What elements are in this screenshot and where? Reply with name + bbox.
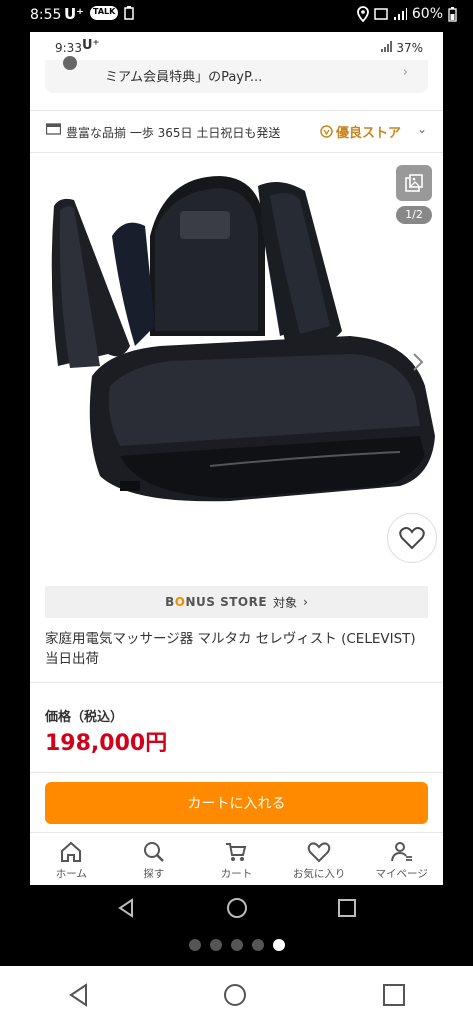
image-counter: 1/2 bbox=[396, 206, 432, 224]
shipping-info-bar[interactable]: 豊富な品揃 一歩 365日 土日祝日も発送 優良ストア ⌄ bbox=[30, 111, 443, 151]
tab-home[interactable]: ホーム bbox=[30, 833, 113, 885]
gallery-button[interactable] bbox=[396, 165, 432, 201]
talk-icon: TALK bbox=[90, 6, 119, 20]
chevron-right-icon[interactable] bbox=[410, 350, 426, 374]
search-icon bbox=[143, 842, 164, 862]
page-dot[interactable] bbox=[188, 939, 201, 951]
inner-carrier: U⁺ bbox=[82, 38, 100, 53]
home-icon bbox=[61, 841, 82, 862]
chevron-down-icon: ⌄ bbox=[416, 122, 427, 136]
tab-search[interactable]: 探す bbox=[113, 833, 196, 885]
battery-icon bbox=[448, 6, 457, 22]
signal-icon bbox=[381, 41, 393, 52]
cart-icon bbox=[226, 843, 247, 861]
heart-icon bbox=[307, 842, 331, 863]
chevron-right-icon: › bbox=[402, 65, 408, 80]
tab-label: マイページ bbox=[375, 868, 428, 880]
page-dot[interactable] bbox=[251, 939, 264, 951]
notification-icons: TALK bbox=[90, 6, 135, 20]
chevron-right-icon: › bbox=[303, 595, 308, 609]
back-icon[interactable] bbox=[116, 897, 136, 919]
inner-nav-bar bbox=[0, 885, 473, 935]
favorite-button[interactable] bbox=[387, 513, 437, 563]
location-icon bbox=[356, 6, 369, 22]
product-title: 家庭用電気マッサージ器 マルタカ セレヴィスト (CELEVIST) 当日出荷 bbox=[45, 631, 416, 667]
page-dot[interactable] bbox=[230, 939, 243, 951]
home-circle-icon[interactable] bbox=[226, 897, 248, 919]
watermark-text: nagona bbox=[150, 492, 335, 546]
add-to-cart-button[interactable]: カートに入れる bbox=[45, 782, 428, 824]
excellent-store-badge: 優良ストア bbox=[320, 122, 401, 141]
tab-label: ホーム bbox=[55, 868, 87, 880]
inner-system-icons: 37% bbox=[380, 41, 423, 55]
crown-icon bbox=[320, 125, 333, 138]
tab-favorites[interactable]: お気に入り bbox=[278, 833, 361, 885]
truck-icon bbox=[46, 123, 61, 135]
battery-saver-icon bbox=[124, 6, 135, 20]
promo-icon bbox=[63, 56, 77, 70]
back-icon[interactable] bbox=[66, 982, 90, 1008]
price-label: 価格（税込） bbox=[45, 710, 124, 725]
inner-battery-percent: 37% bbox=[396, 41, 423, 55]
system-icons: 60% bbox=[356, 6, 457, 22]
bonus-store-logo: BONUS STORE bbox=[165, 595, 268, 609]
lte-icon bbox=[374, 8, 388, 20]
tab-label: 探す bbox=[143, 868, 165, 880]
promo-text: ミアム会員特典」のPayP... bbox=[105, 70, 263, 85]
product-image[interactable]: nagona bbox=[30, 156, 443, 584]
tab-label: お気に入り bbox=[292, 868, 346, 880]
bonus-store-banner[interactable]: BONUS STORE 対象 › bbox=[45, 586, 428, 618]
outer-battery-percent: 60% bbox=[411, 6, 443, 22]
divider bbox=[30, 682, 443, 683]
shipping-text: 豊富な品揃 一歩 365日 土日祝日も発送 bbox=[66, 126, 281, 140]
user-icon bbox=[390, 842, 412, 862]
outer-status-bar: 8:55 U⁺ TALK 60% bbox=[0, 0, 473, 32]
recents-icon[interactable] bbox=[381, 982, 407, 1008]
tab-mypage[interactable]: マイページ bbox=[360, 833, 443, 885]
outer-nav-bar bbox=[0, 966, 473, 1024]
home-circle-icon[interactable] bbox=[222, 982, 248, 1008]
recents-icon[interactable] bbox=[336, 897, 358, 919]
badge-label: 優良ストア bbox=[336, 126, 402, 141]
page-dot[interactable] bbox=[209, 939, 222, 951]
bottom-tab-bar: ホーム 探す カート お気に入り マイページ bbox=[30, 832, 443, 885]
image-stack-icon bbox=[405, 174, 423, 192]
price-value: 198,000円 bbox=[45, 731, 168, 756]
inner-time: 9:33 bbox=[55, 41, 82, 55]
page-dot-active[interactable] bbox=[272, 939, 285, 951]
promo-banner[interactable]: ミアム会員特典」のPayP... › bbox=[45, 56, 428, 93]
heart-icon bbox=[399, 527, 425, 550]
tab-label: カート bbox=[220, 868, 253, 880]
divider bbox=[30, 152, 443, 153]
outer-carrier: U⁺ bbox=[64, 5, 85, 23]
signal-icon bbox=[393, 8, 407, 20]
outer-time: 8:55 bbox=[30, 7, 62, 23]
tab-cart[interactable]: カート bbox=[195, 833, 278, 885]
divider bbox=[30, 772, 443, 773]
bonus-suffix: 対象 bbox=[273, 595, 298, 610]
page-indicator bbox=[0, 935, 473, 955]
app-screen: 9:33 U⁺ 37% ミアム会員特典」のPayP... › 豊富な品揃 一歩 … bbox=[30, 32, 443, 885]
